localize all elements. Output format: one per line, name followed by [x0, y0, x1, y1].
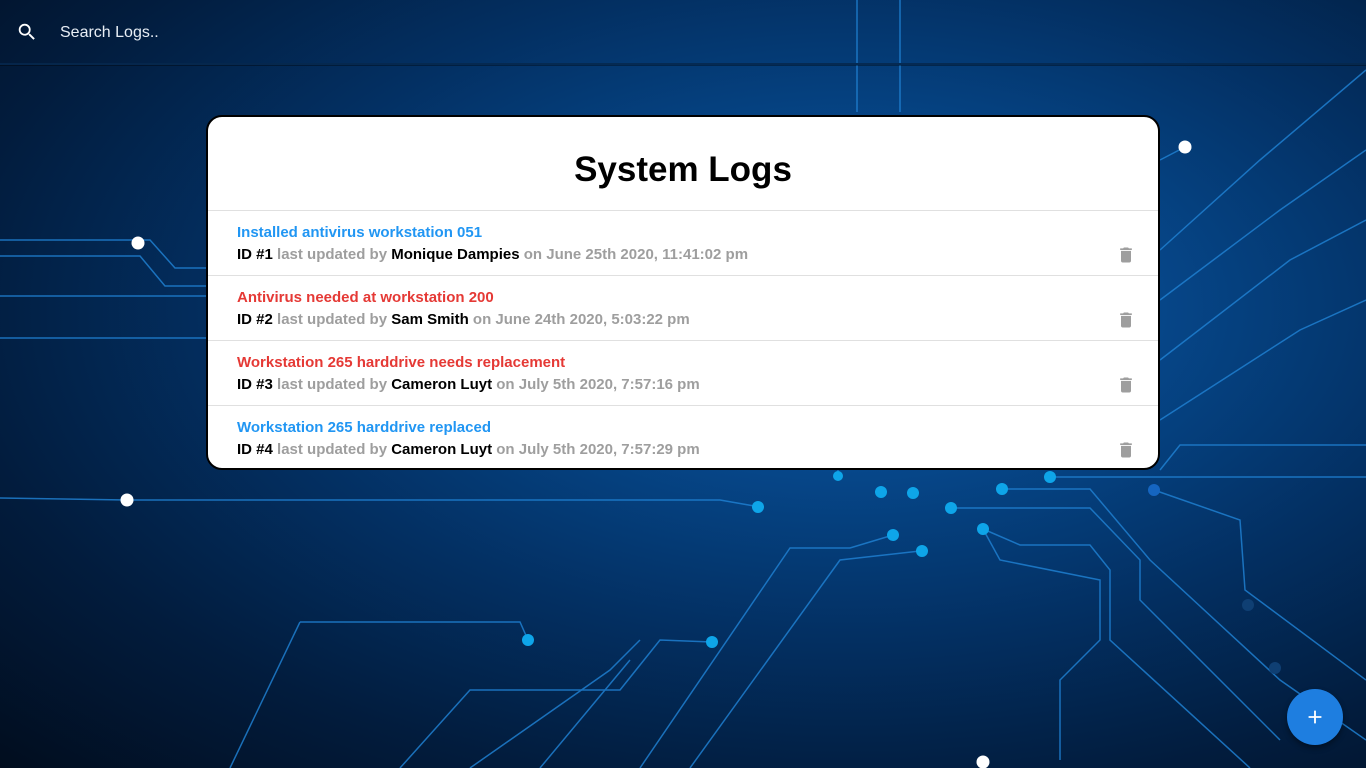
add-icon — [1308, 710, 1322, 724]
log-message-link[interactable]: Workstation 265 harddrive needs replacem… — [237, 354, 565, 371]
log-item: Antivirus needed at workstation 200 ID #… — [208, 276, 1158, 341]
log-message-link[interactable]: Workstation 265 harddrive replaced — [237, 419, 491, 436]
on-label: on — [468, 311, 496, 328]
log-date: July 5th 2020, 7:57:29 pm — [518, 441, 700, 458]
delete-icon[interactable] — [1116, 244, 1136, 266]
log-id-prefix: ID # — [237, 376, 265, 393]
delete-icon[interactable] — [1116, 374, 1136, 396]
search-icon[interactable] — [16, 21, 38, 43]
log-item: Workstation 265 harddrive needs replacem… — [208, 341, 1158, 406]
log-tech: Cameron Luyt — [391, 376, 493, 393]
log-date: June 25th 2020, 11:41:02 pm — [546, 246, 749, 263]
page-title: System Logs — [208, 117, 1158, 211]
log-meta: ID #1 last updated by Monique Dampies on… — [237, 246, 748, 263]
on-label: on — [492, 441, 519, 458]
log-id-prefix: ID # — [237, 311, 265, 328]
log-id: 3 — [264, 376, 273, 393]
log-date: June 24th 2020, 5:03:22 pm — [495, 311, 690, 328]
log-date: July 5th 2020, 7:57:16 pm — [518, 376, 700, 393]
log-message-link[interactable]: Antivirus needed at workstation 200 — [237, 289, 494, 306]
log-id-prefix: ID # — [237, 246, 265, 263]
on-label: on — [492, 376, 519, 393]
logs-card: System Logs Installed antivirus workstat… — [206, 115, 1160, 470]
log-id: 1 — [264, 246, 273, 263]
search-bar — [0, 0, 1366, 66]
log-meta: ID #4 last updated by Cameron Luyt on Ju… — [237, 441, 700, 458]
log-message-link[interactable]: Installed antivirus workstation 051 — [237, 224, 482, 241]
log-id: 2 — [264, 311, 273, 328]
on-label: on — [519, 246, 547, 263]
logs-list: Installed antivirus workstation 051 ID #… — [208, 211, 1158, 468]
log-meta: ID #2 last updated by Sam Smith on June … — [237, 311, 690, 328]
log-id: 4 — [264, 441, 273, 458]
delete-icon[interactable] — [1116, 439, 1136, 461]
updated-by-label: last updated by — [272, 376, 392, 393]
log-item: Workstation 265 harddrive replaced ID #4… — [208, 406, 1158, 468]
updated-by-label: last updated by — [272, 311, 392, 328]
log-id-prefix: ID # — [237, 441, 265, 458]
add-log-button[interactable] — [1287, 689, 1343, 745]
log-item: Installed antivirus workstation 051 ID #… — [208, 211, 1158, 276]
delete-icon[interactable] — [1116, 309, 1136, 331]
log-tech: Monique Dampies — [391, 246, 520, 263]
updated-by-label: last updated by — [272, 246, 392, 263]
log-meta: ID #3 last updated by Cameron Luyt on Ju… — [237, 376, 700, 393]
updated-by-label: last updated by — [272, 441, 392, 458]
search-input[interactable] — [60, 20, 660, 46]
log-tech: Sam Smith — [391, 311, 469, 328]
log-tech: Cameron Luyt — [391, 441, 493, 458]
